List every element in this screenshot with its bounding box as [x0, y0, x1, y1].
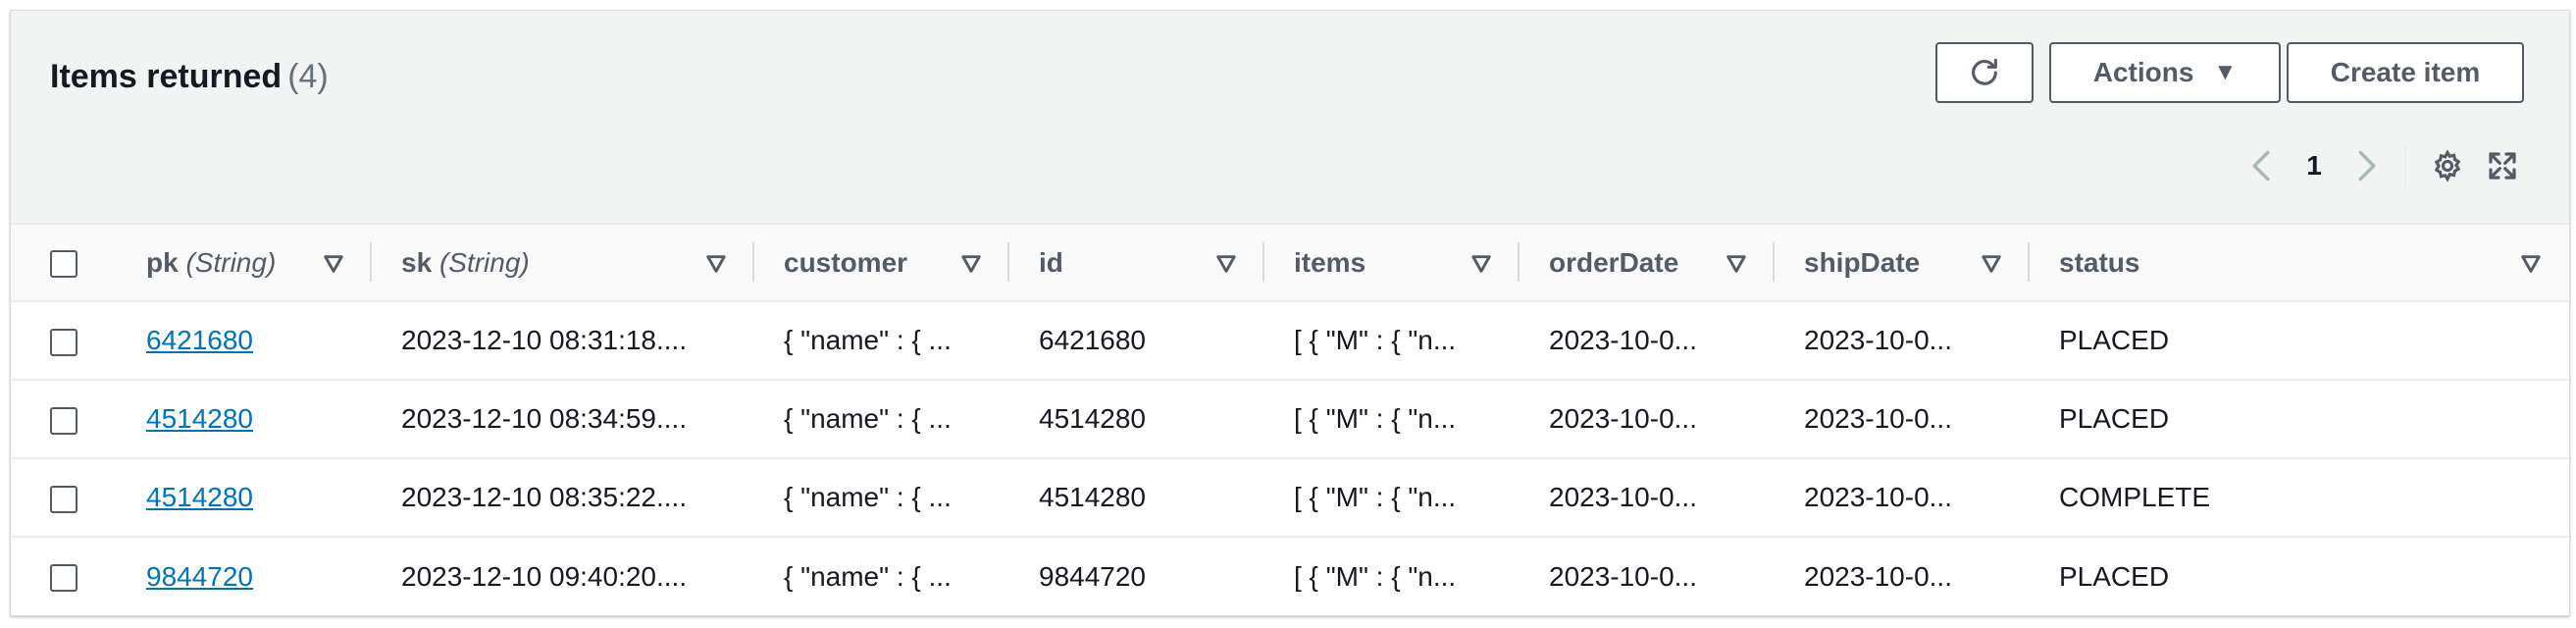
- sort-caret-icon[interactable]: [1470, 250, 1492, 282]
- cell-orderdate: 2023-10-0...: [1549, 482, 1697, 512]
- column-header-status[interactable]: status: [2030, 225, 2569, 301]
- sort-caret-icon[interactable]: [960, 250, 982, 282]
- pk-link[interactable]: 4514280: [146, 403, 253, 434]
- cell-orderdate: 2023-10-0...: [1549, 403, 1697, 434]
- table-row: 6421680 2023-12-10 08:31:18.... { "name"…: [11, 301, 2569, 380]
- cell-sk: 2023-12-10 09:40:20....: [401, 560, 688, 592]
- cell-id: 4514280: [1039, 403, 1147, 434]
- create-item-label: Create item: [2330, 57, 2481, 87]
- select-all-checkbox[interactable]: [50, 250, 77, 279]
- cell-items: [ { "M" : { "n...: [1294, 325, 1457, 355]
- table-header-row: pk (String) sk (String) customer id item…: [11, 225, 2569, 301]
- actions-dropdown-button[interactable]: Actions ▼: [2049, 42, 2281, 103]
- create-item-button[interactable]: Create item: [2287, 42, 2524, 103]
- cell-pk: 4514280: [117, 380, 372, 458]
- cell-id: 4514280: [1039, 482, 1147, 512]
- chevron-right-icon[interactable]: [2349, 144, 2385, 187]
- items-panel: Items returned (4) Actions ▼ Create item …: [10, 10, 2570, 616]
- caret-down-icon: ▼: [2213, 59, 2238, 85]
- sort-caret-icon[interactable]: [2520, 250, 2542, 282]
- cell-orderdate: 2023-10-0...: [1549, 325, 1697, 355]
- fullscreen-icon[interactable]: [2481, 144, 2524, 187]
- cell-items: [ { "M" : { "n...: [1294, 403, 1457, 434]
- row-checkbox[interactable]: [50, 406, 77, 435]
- item-count: (4): [287, 58, 329, 95]
- chevron-left-icon[interactable]: [2243, 144, 2279, 187]
- row-select-cell: [11, 301, 117, 380]
- refresh-icon: [1972, 58, 1997, 85]
- cell-shipdate: 2023-10-0...: [1804, 325, 1952, 355]
- items-table-container: pk (String) sk (String) customer id item…: [11, 223, 2569, 615]
- pk-link[interactable]: 4514280: [146, 482, 253, 512]
- cell-sk: 2023-12-10 08:31:18....: [401, 325, 688, 355]
- cell-pk: 6421680: [117, 301, 372, 380]
- column-header-shipdate[interactable]: shipDate: [1775, 225, 2030, 301]
- cell-status: PLACED: [2059, 403, 2170, 434]
- cell-items: [ { "M" : { "n...: [1294, 482, 1457, 512]
- table-row: 9844720 2023-12-10 09:40:20.... { "name"…: [11, 537, 2569, 615]
- title-text: Items returned: [50, 58, 283, 95]
- table-row: 4514280 2023-12-10 08:34:59.... { "name"…: [11, 380, 2569, 458]
- items-table: pk (String) sk (String) customer id item…: [11, 225, 2569, 615]
- pk-link[interactable]: 6421680: [146, 325, 253, 355]
- row-checkbox[interactable]: [50, 328, 77, 356]
- sort-caret-icon[interactable]: [323, 250, 344, 282]
- column-header-customer[interactable]: customer: [754, 225, 1009, 301]
- row-checkbox[interactable]: [50, 564, 77, 593]
- column-header-pk[interactable]: pk (String): [117, 225, 372, 301]
- select-all-header: [11, 225, 117, 301]
- cell-status: PLACED: [2059, 560, 2170, 592]
- cell-sk: 2023-12-10 08:35:22....: [401, 482, 688, 512]
- sort-caret-icon[interactable]: [1726, 250, 1747, 282]
- cell-items: [ { "M" : { "n...: [1294, 560, 1457, 592]
- cell-shipdate: 2023-10-0...: [1804, 403, 1952, 434]
- sort-caret-icon[interactable]: [705, 250, 727, 282]
- cell-pk: 4514280: [117, 458, 372, 537]
- row-select-cell: [11, 458, 117, 537]
- cell-id: 6421680: [1039, 325, 1147, 355]
- refresh-button[interactable]: [1935, 42, 2034, 103]
- row-select-cell: [11, 537, 117, 615]
- gear-icon[interactable]: [2426, 144, 2469, 187]
- cell-orderdate: 2023-10-0...: [1549, 560, 1697, 592]
- table-row: 4514280 2023-12-10 08:35:22.... { "name"…: [11, 458, 2569, 537]
- cell-customer: { "name" : { ...: [784, 482, 952, 512]
- sort-caret-icon[interactable]: [1981, 250, 2002, 282]
- cell-customer: { "name" : { ...: [784, 403, 952, 434]
- cell-status: COMPLETE: [2059, 482, 2211, 512]
- pager-divider: [2404, 144, 2406, 187]
- row-select-cell: [11, 380, 117, 458]
- page-number-button[interactable]: 1: [2294, 144, 2334, 187]
- cell-shipdate: 2023-10-0...: [1804, 560, 1952, 592]
- panel-title: Items returned (4): [50, 58, 329, 96]
- cell-shipdate: 2023-10-0...: [1804, 482, 1952, 512]
- column-header-sk[interactable]: sk (String): [372, 225, 754, 301]
- cell-id: 9844720: [1039, 560, 1147, 592]
- pk-link[interactable]: 9844720: [146, 561, 253, 592]
- column-header-items[interactable]: items: [1264, 225, 1520, 301]
- cell-customer: { "name" : { ...: [784, 325, 952, 355]
- cell-pk: 9844720: [117, 537, 372, 615]
- actions-label: Actions: [2092, 57, 2194, 87]
- column-header-id[interactable]: id: [1009, 225, 1264, 301]
- cell-status: PLACED: [2059, 325, 2170, 355]
- cell-sk: 2023-12-10 08:34:59....: [401, 403, 688, 434]
- panel-header: Items returned (4) Actions ▼ Create item …: [11, 11, 2569, 223]
- row-checkbox[interactable]: [50, 485, 77, 513]
- sort-caret-icon[interactable]: [1215, 250, 1237, 282]
- cell-customer: { "name" : { ...: [784, 560, 952, 592]
- column-header-orderdate[interactable]: orderDate: [1520, 225, 1775, 301]
